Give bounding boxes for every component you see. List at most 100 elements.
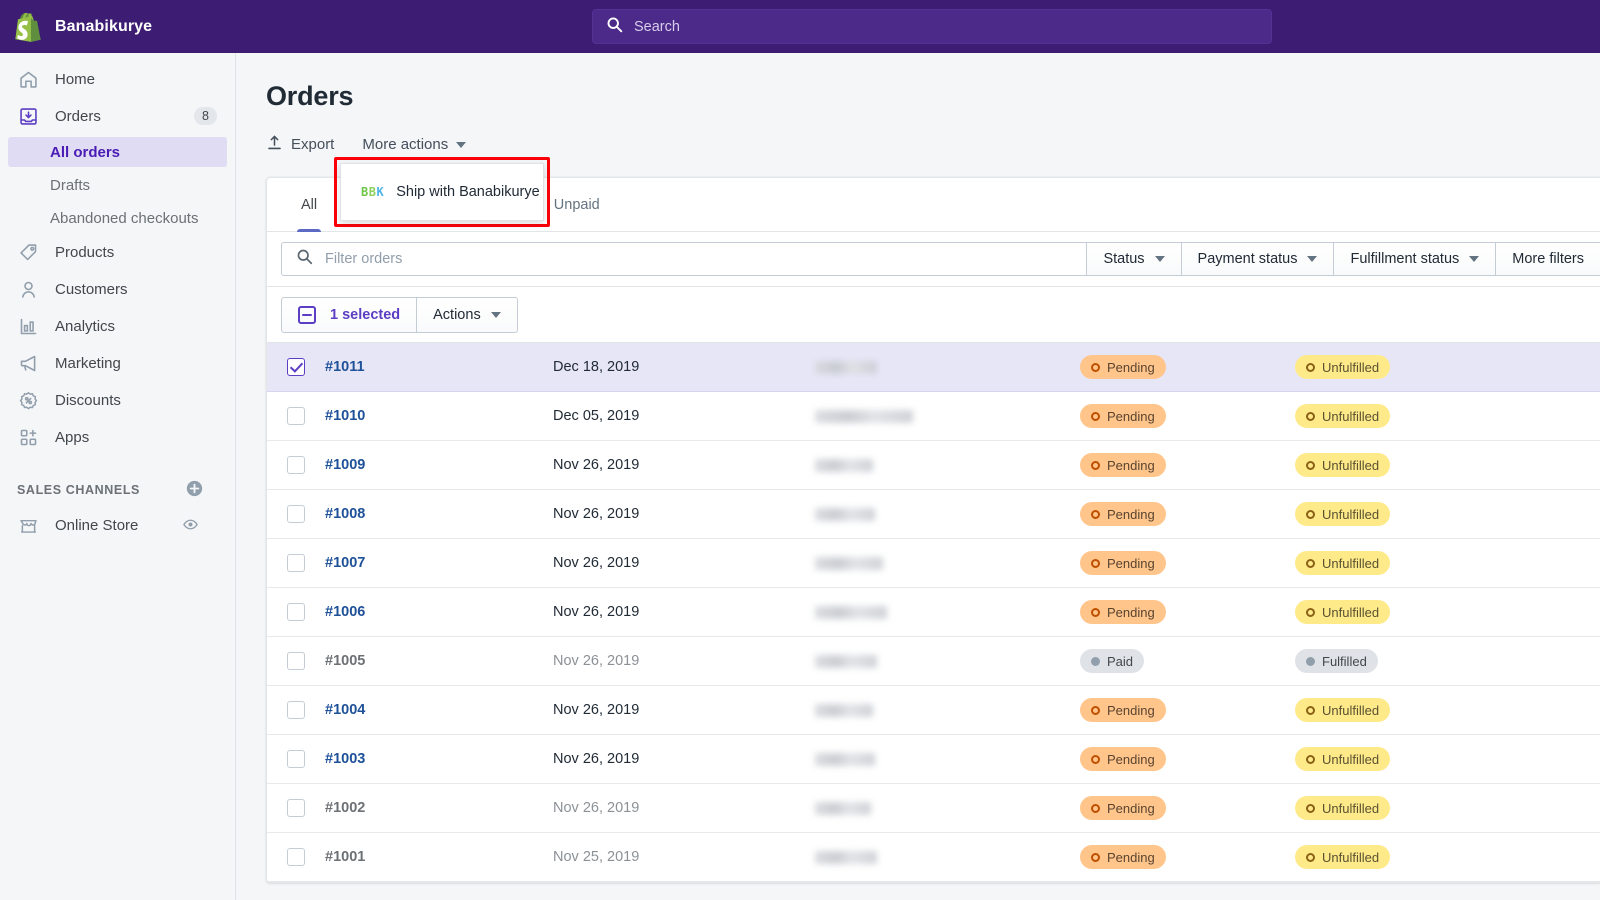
- more-actions-button[interactable]: More actions: [362, 136, 466, 153]
- sidebar-item-discounts[interactable]: Discounts: [8, 384, 227, 416]
- sidebar-item-home[interactable]: Home: [8, 63, 227, 95]
- more-filters-button[interactable]: More filters: [1495, 242, 1600, 276]
- row-select-cell[interactable]: [267, 456, 325, 474]
- table-row[interactable]: #1002Nov 26, 2019PendingUnfulfilled: [267, 784, 1600, 833]
- order-number-link[interactable]: #1005: [325, 653, 553, 669]
- payment-status-badge-label: Pending: [1107, 851, 1155, 864]
- export-button[interactable]: Export: [266, 134, 334, 155]
- fulfillment-status-cell: Unfulfilled: [1295, 355, 1535, 379]
- order-number-link[interactable]: #1002: [325, 800, 553, 816]
- sidebar-item-analytics[interactable]: Analytics: [8, 310, 227, 342]
- sidebar-item-all-orders[interactable]: All orders: [8, 137, 227, 167]
- table-row[interactable]: #1009Nov 26, 2019PendingUnfulfilled: [267, 441, 1600, 490]
- row-select-cell[interactable]: [267, 505, 325, 523]
- payment-status-badge-label: Pending: [1107, 557, 1155, 570]
- fulfillment-status-cell: Fulfilled: [1295, 649, 1535, 673]
- table-row[interactable]: #1003Nov 26, 2019PendingUnfulfilled: [267, 735, 1600, 784]
- status-ring-icon: [1306, 510, 1315, 519]
- order-number-link[interactable]: #1006: [325, 604, 553, 620]
- order-number-link[interactable]: #1003: [325, 751, 553, 767]
- order-date: Nov 26, 2019: [553, 800, 815, 816]
- indeterminate-checkbox-icon[interactable]: [298, 306, 316, 324]
- filter-row: Filter orders Status Payment status Fulf…: [267, 232, 1600, 287]
- order-date: Nov 26, 2019: [553, 506, 815, 522]
- brand-area[interactable]: Banabikurye: [0, 12, 236, 42]
- table-row[interactable]: #1010Dec 05, 2019PendingUnfulfilled: [267, 392, 1600, 441]
- table-row[interactable]: #1008Nov 26, 2019PendingUnfulfilled: [267, 490, 1600, 539]
- row-checkbox[interactable]: [287, 456, 305, 474]
- row-checkbox[interactable]: [287, 407, 305, 425]
- chevron-down-icon: [1307, 256, 1317, 262]
- status-ring-icon: [1091, 853, 1100, 862]
- row-checkbox[interactable]: [287, 603, 305, 621]
- payment-status-filter-button[interactable]: Payment status: [1181, 242, 1334, 276]
- row-checkbox[interactable]: [287, 799, 305, 817]
- payment-status-cell: Pending: [1080, 551, 1295, 575]
- order-number-link[interactable]: #1011: [325, 359, 553, 375]
- sidebar-item-products[interactable]: Products: [8, 236, 227, 268]
- payment-status-cell: Pending: [1080, 355, 1295, 379]
- payment-status-badge-label: Pending: [1107, 361, 1155, 374]
- table-row[interactable]: #1004Nov 26, 2019PendingUnfulfilled: [267, 686, 1600, 735]
- row-checkbox[interactable]: [287, 750, 305, 768]
- sidebar-item-apps[interactable]: Apps: [8, 421, 227, 453]
- row-select-cell[interactable]: [267, 407, 325, 425]
- percent-badge-icon: [17, 389, 39, 411]
- status-filter-button[interactable]: Status: [1086, 242, 1180, 276]
- row-select-cell[interactable]: [267, 799, 325, 817]
- global-search-bar[interactable]: Search: [592, 9, 1272, 44]
- sidebar-item-online-store[interactable]: Online Store: [8, 509, 227, 541]
- table-row[interactable]: #1007Nov 26, 2019PendingUnfulfilled: [267, 539, 1600, 588]
- row-checkbox[interactable]: [287, 358, 305, 376]
- order-number-link[interactable]: #1008: [325, 506, 553, 522]
- row-select-cell[interactable]: [267, 848, 325, 866]
- order-number-link[interactable]: #1010: [325, 408, 553, 424]
- status-ring-icon: [1306, 363, 1315, 372]
- order-number-link[interactable]: #1004: [325, 702, 553, 718]
- fulfillment-status-badge-label: Unfulfilled: [1322, 410, 1379, 423]
- table-row[interactable]: #1011Dec 18, 2019PendingUnfulfilled: [267, 343, 1600, 392]
- apps-grid-plus-icon: [17, 426, 39, 448]
- sidebar: Home Orders 8 All orders Drafts Abandone…: [0, 53, 236, 900]
- table-row[interactable]: #1005Nov 26, 2019PaidFulfilled: [267, 637, 1600, 686]
- row-select-cell[interactable]: [267, 652, 325, 670]
- sidebar-item-label: Products: [55, 244, 114, 261]
- page-action-bar: Export More actions: [266, 134, 1600, 155]
- row-checkbox[interactable]: [287, 848, 305, 866]
- row-select-cell[interactable]: [267, 603, 325, 621]
- row-checkbox[interactable]: [287, 554, 305, 572]
- more-filters-label: More filters: [1512, 251, 1584, 267]
- sidebar-item-orders[interactable]: Orders 8: [8, 100, 227, 132]
- bulk-actions-button[interactable]: Actions: [417, 297, 518, 333]
- row-checkbox[interactable]: [287, 701, 305, 719]
- select-all-control[interactable]: 1 selected: [281, 297, 417, 333]
- upload-icon: [266, 134, 283, 155]
- tab-label: Unpaid: [554, 197, 600, 213]
- sidebar-item-abandoned-checkouts[interactable]: Abandoned checkouts: [8, 203, 227, 233]
- order-number-link[interactable]: #1007: [325, 555, 553, 571]
- plus-circle-icon[interactable]: [186, 480, 203, 500]
- row-checkbox[interactable]: [287, 505, 305, 523]
- order-number-link[interactable]: #1009: [325, 457, 553, 473]
- payment-status-cell: Pending: [1080, 845, 1295, 869]
- order-date: Dec 05, 2019: [553, 408, 815, 424]
- row-select-cell[interactable]: [267, 358, 325, 376]
- row-select-cell[interactable]: [267, 701, 325, 719]
- fulfillment-status-filter-button[interactable]: Fulfillment status: [1333, 242, 1495, 276]
- tag-icon: [17, 241, 39, 263]
- filter-orders-input[interactable]: Filter orders: [281, 242, 1086, 276]
- row-select-cell[interactable]: [267, 750, 325, 768]
- sidebar-item-drafts[interactable]: Drafts: [8, 170, 227, 200]
- customer-name-redacted: [815, 508, 1080, 521]
- table-row[interactable]: #1001Nov 25, 2019PendingUnfulfilled: [267, 833, 1600, 882]
- sidebar-item-customers[interactable]: Customers: [8, 273, 227, 305]
- row-checkbox[interactable]: [287, 652, 305, 670]
- sidebar-item-marketing[interactable]: Marketing: [8, 347, 227, 379]
- table-row[interactable]: #1006Nov 26, 2019PendingUnfulfilled: [267, 588, 1600, 637]
- order-number-link[interactable]: #1001: [325, 849, 553, 865]
- row-select-cell[interactable]: [267, 554, 325, 572]
- tab-all[interactable]: All: [283, 178, 335, 232]
- eye-icon[interactable]: [174, 514, 207, 538]
- ship-with-banabikurye-menu-item[interactable]: BBK Ship with Banabikurye: [340, 163, 544, 221]
- fulfillment-status-cell: Unfulfilled: [1295, 796, 1535, 820]
